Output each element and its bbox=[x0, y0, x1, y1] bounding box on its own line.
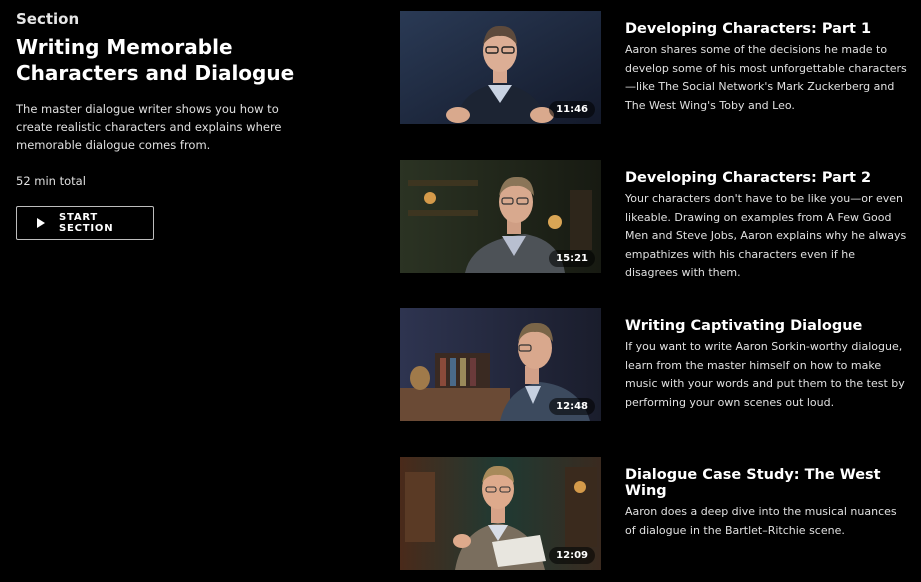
lesson-description: Your characters don't have to be like yo… bbox=[625, 192, 907, 279]
lesson-thumbnail[interactable]: 12:48 bbox=[400, 308, 601, 421]
lesson-thumbnail[interactable]: 11:46 bbox=[400, 11, 601, 124]
lesson-item: 11:46 Developing Characters: Part 1 Aaro… bbox=[400, 11, 910, 124]
lesson-title[interactable]: Writing Captivating Dialogue bbox=[625, 318, 910, 334]
lesson-title[interactable]: Developing Characters: Part 1 bbox=[625, 21, 910, 37]
lesson-item: 15:21 Developing Characters: Part 2 Your… bbox=[400, 160, 910, 279]
start-section-button[interactable]: START SECTION bbox=[16, 206, 154, 240]
play-icon bbox=[37, 218, 45, 228]
lesson-duration: 12:48 bbox=[549, 398, 595, 415]
lesson-thumbnail[interactable]: 12:09 bbox=[400, 457, 601, 570]
section-eyebrow: Section bbox=[16, 10, 80, 28]
lesson-duration: 11:46 bbox=[549, 101, 595, 118]
lesson-info: Developing Characters: Part 1 Aaron shar… bbox=[625, 21, 910, 115]
lesson-duration: 12:09 bbox=[549, 547, 595, 564]
lesson-duration: 15:21 bbox=[549, 250, 595, 267]
section-description: The master dialogue writer shows you how… bbox=[16, 102, 282, 152]
lesson-item: 12:09 Dialogue Case Study: The West Wing… bbox=[400, 457, 910, 570]
section-total-duration: 52 min total bbox=[16, 174, 86, 188]
section-info: Section Writing Memorable Characters and… bbox=[16, 10, 316, 240]
lesson-description: If you want to write Aaron Sorkin-worthy… bbox=[625, 340, 905, 409]
lesson-title[interactable]: Developing Characters: Part 2 bbox=[625, 170, 910, 186]
lesson-item: 12:48 Writing Captivating Dialogue If yo… bbox=[400, 308, 910, 421]
lesson-info: Writing Captivating Dialogue If you want… bbox=[625, 318, 910, 412]
lesson-info: Dialogue Case Study: The West Wing Aaron… bbox=[625, 467, 910, 540]
lesson-info: Developing Characters: Part 2 Your chara… bbox=[625, 170, 910, 283]
start-section-label: START SECTION bbox=[59, 212, 114, 234]
lesson-thumbnail[interactable]: 15:21 bbox=[400, 160, 601, 273]
lesson-description: Aaron does a deep dive into the musical … bbox=[625, 505, 897, 537]
section-title: Writing Memorable Characters and Dialogu… bbox=[16, 35, 295, 85]
lesson-title[interactable]: Dialogue Case Study: The West Wing bbox=[625, 467, 910, 499]
lesson-description: Aaron shares some of the decisions he ma… bbox=[625, 43, 907, 112]
